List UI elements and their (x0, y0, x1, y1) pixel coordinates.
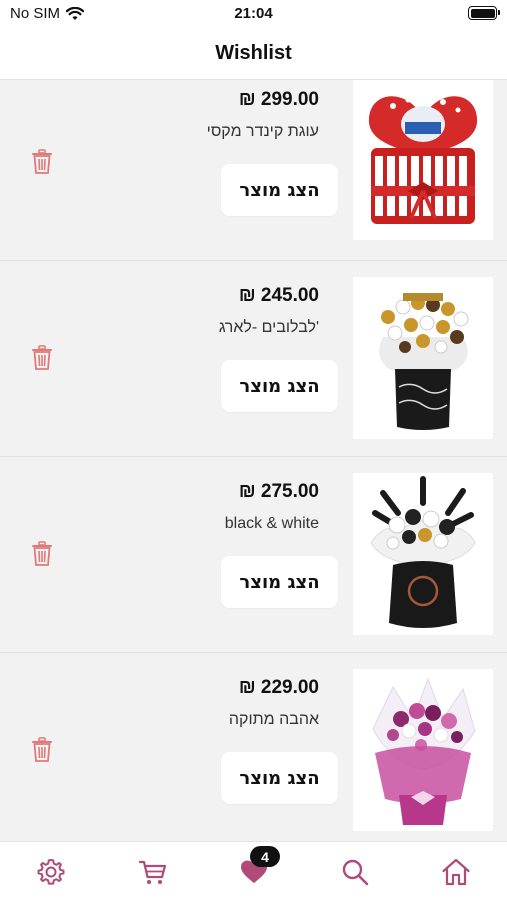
tab-wishlist[interactable]: 4 (237, 846, 280, 888)
wishlist-item: ₪ 245.00 לבלובים -לארג' הצג מוצר (0, 261, 507, 457)
item-price: ₪ 229.00 (238, 677, 319, 698)
view-product-button[interactable]: הצג מוצר (221, 556, 338, 608)
item-name: אהבה מתוקה (228, 711, 319, 728)
item-name: black & white (224, 515, 319, 532)
tab-cart[interactable] (136, 856, 170, 888)
cart-icon (138, 860, 167, 884)
wishlist-item: ₪ 299.00 עוגת קינדר מקסי הצג מוצר (0, 80, 507, 261)
search-icon (342, 859, 369, 886)
black-white-bouquet-image[interactable] (353, 473, 493, 635)
item-name: לבלובים -לארג' (218, 319, 319, 336)
view-product-button[interactable]: הצג מוצר (221, 360, 338, 412)
tab-search[interactable] (338, 856, 372, 888)
pink-bouquet-image[interactable] (353, 669, 493, 831)
trash-icon[interactable] (31, 345, 53, 371)
tab-settings[interactable] (34, 856, 68, 888)
battery-icon (468, 6, 500, 20)
view-product-button[interactable]: הצג מוצר (221, 752, 338, 804)
home-icon (442, 858, 470, 886)
kinder-cake-heart-image[interactable] (353, 80, 493, 240)
item-price: ₪ 275.00 (238, 481, 319, 502)
trash-icon[interactable] (31, 737, 53, 763)
wishlist-item: ₪ 275.00 black & white הצג מוצר (0, 457, 507, 653)
wishlist-count-badge: 4 (250, 846, 280, 867)
item-price: ₪ 245.00 (238, 285, 319, 306)
item-name: עוגת קינדר מקסי (206, 123, 319, 140)
tab-bar: 4 (0, 841, 507, 900)
view-product-button[interactable]: הצג מוצר (221, 164, 338, 216)
tab-home[interactable] (439, 856, 473, 888)
trash-icon[interactable] (31, 541, 53, 567)
wishlist-list[interactable]: ₪ 299.00 עוגת קינדר מקסי הצג מוצר ₪ 245.… (0, 80, 507, 841)
wishlist-item: ₪ 229.00 אהבה מתוקה הצג מוצר (0, 653, 507, 841)
status-bar: No SIM 21:04 (0, 0, 507, 28)
chocolate-bouquet-gold-image[interactable] (353, 277, 493, 439)
page-title: Wishlist (215, 42, 292, 64)
trash-icon[interactable] (31, 149, 53, 175)
gear-icon (37, 859, 65, 885)
navigation-bar: Wishlist (0, 28, 507, 80)
item-price: ₪ 299.00 (238, 89, 319, 110)
status-time: 21:04 (234, 5, 273, 22)
